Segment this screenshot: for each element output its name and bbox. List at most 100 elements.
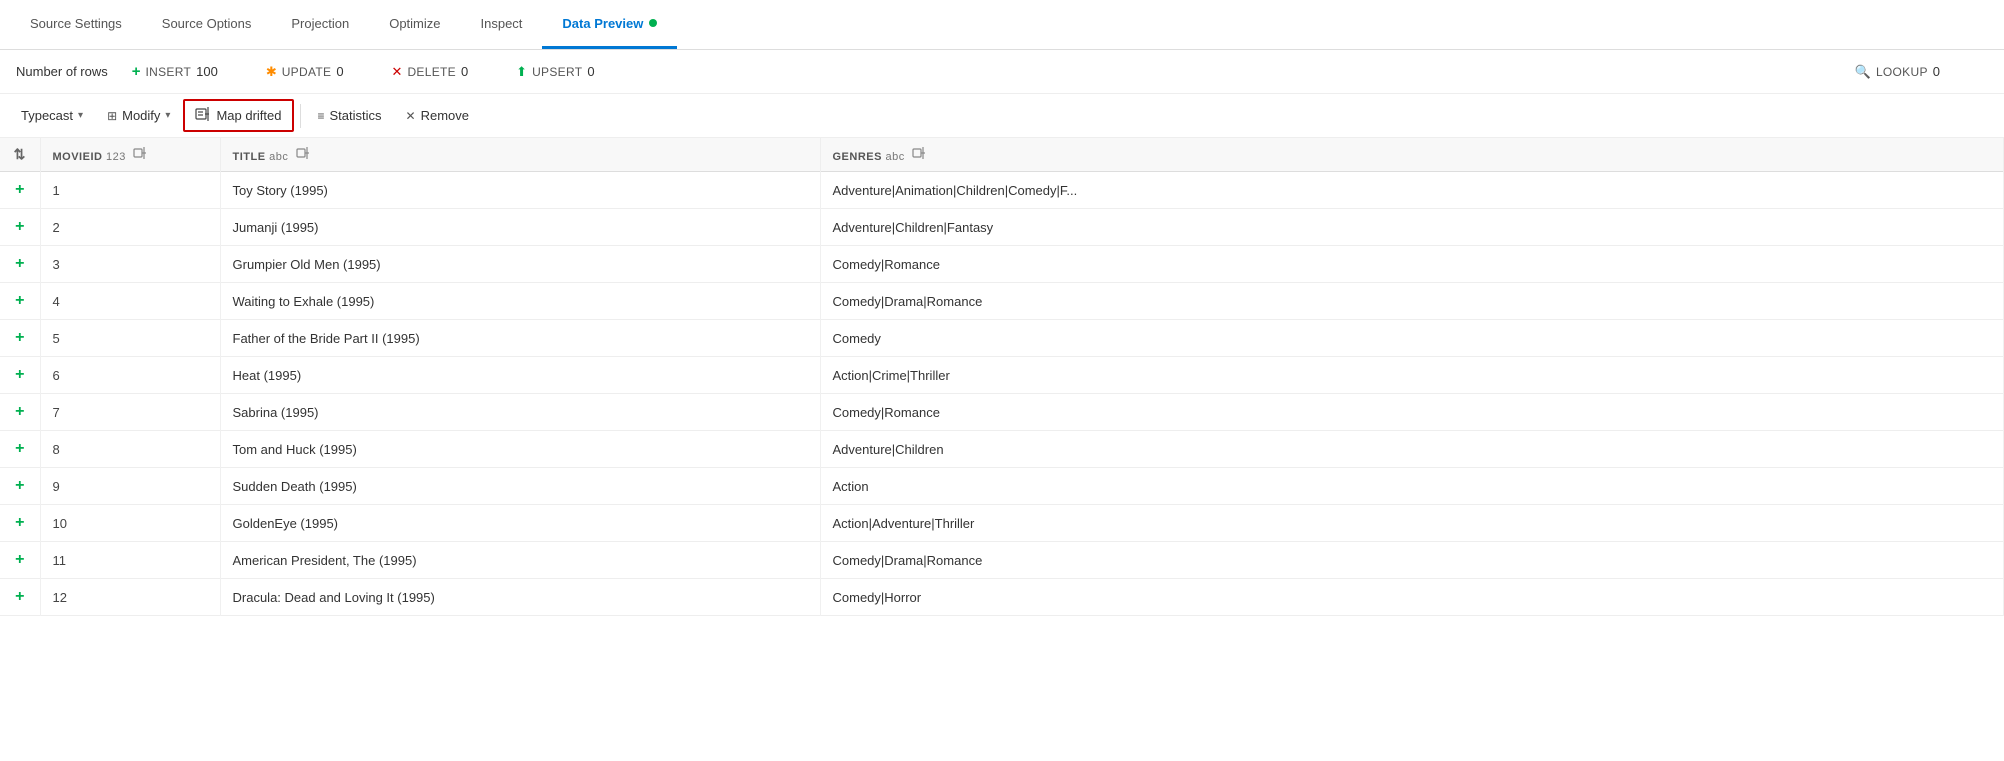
update-icon: ✱ <box>266 64 277 80</box>
cell-movieid: 5 <box>40 320 220 357</box>
tab-projection[interactable]: Projection <box>271 0 369 49</box>
cell-genres: Action|Crime|Thriller <box>820 357 2004 394</box>
update-stat: ✱ UPDATE 0 <box>266 64 344 80</box>
upsert-stat: ⬆ UPSERT 0 <box>516 64 594 80</box>
col-title-edit-icon[interactable] <box>296 146 310 163</box>
insert-icon: + <box>132 63 141 80</box>
modify-chevron-icon: ▾ <box>165 110 170 121</box>
cell-movieid: 9 <box>40 468 220 505</box>
col-title-type: abc <box>269 151 288 163</box>
table-header-row: ⇅ MOVIEID 123 TITLE abc <box>0 138 2004 172</box>
table-row: +4Waiting to Exhale (1995)Comedy|Drama|R… <box>0 283 2004 320</box>
cell-title: Toy Story (1995) <box>220 172 820 209</box>
statistics-icon: ≡ <box>318 109 325 123</box>
tab-source-options[interactable]: Source Options <box>142 0 272 49</box>
tab-optimize[interactable]: Optimize <box>369 0 460 49</box>
table-row: +12Dracula: Dead and Loving It (1995)Com… <box>0 579 2004 616</box>
map-drifted-icon <box>195 106 211 125</box>
col-genres-icons <box>912 146 926 163</box>
insert-stat: + INSERT 100 <box>132 63 218 80</box>
cell-genres: Adventure|Children|Fantasy <box>820 209 2004 246</box>
cell-title: Sabrina (1995) <box>220 394 820 431</box>
toolbar-separator <box>300 104 301 128</box>
col-genres-label: GENRES <box>833 151 882 163</box>
active-dot <box>649 19 657 27</box>
cell-movieid: 6 <box>40 357 220 394</box>
data-table: ⇅ MOVIEID 123 TITLE abc <box>0 138 2004 616</box>
col-movieid-edit-icon[interactable] <box>133 146 147 163</box>
cell-genres: Adventure|Children <box>820 431 2004 468</box>
typecast-chevron-icon: ▾ <box>78 110 83 121</box>
cell-movieid: 12 <box>40 579 220 616</box>
cell-genres: Comedy|Drama|Romance <box>820 542 2004 579</box>
row-add-icon[interactable]: + <box>0 320 40 357</box>
remove-icon: ✕ <box>406 109 416 123</box>
table-row: +6Heat (1995)Action|Crime|Thriller <box>0 357 2004 394</box>
col-header-title: TITLE abc <box>220 138 820 172</box>
cell-genres: Action|Adventure|Thriller <box>820 505 2004 542</box>
modify-button[interactable]: ⊞ Modify ▾ <box>96 102 181 129</box>
lookup-stat: 🔍 LOOKUP 0 <box>1855 64 1940 80</box>
cell-title: GoldenEye (1995) <box>220 505 820 542</box>
cell-genres: Comedy|Horror <box>820 579 2004 616</box>
cell-genres: Comedy <box>820 320 2004 357</box>
col-header-action: ⇅ <box>0 138 40 172</box>
col-genres-type: abc <box>886 151 905 163</box>
cell-title: American President, The (1995) <box>220 542 820 579</box>
tab-data-preview[interactable]: Data Preview <box>542 0 677 49</box>
upsert-icon: ⬆ <box>516 64 527 80</box>
row-add-icon[interactable]: + <box>0 468 40 505</box>
cell-title: Dracula: Dead and Loving It (1995) <box>220 579 820 616</box>
remove-button[interactable]: ✕ Remove <box>395 102 480 129</box>
tab-inspect[interactable]: Inspect <box>461 0 543 49</box>
cell-movieid: 10 <box>40 505 220 542</box>
row-add-icon[interactable]: + <box>0 172 40 209</box>
tab-source-settings[interactable]: Source Settings <box>10 0 142 49</box>
row-add-icon[interactable]: + <box>0 542 40 579</box>
map-drifted-button[interactable]: Map drifted <box>183 99 293 132</box>
delete-icon: ✕ <box>392 64 403 80</box>
table-row: +8Tom and Huck (1995)Adventure|Children <box>0 431 2004 468</box>
cell-title: Grumpier Old Men (1995) <box>220 246 820 283</box>
col-movieid-type: 123 <box>106 151 126 163</box>
lookup-icon: 🔍 <box>1855 64 1871 80</box>
row-add-icon[interactable]: + <box>0 357 40 394</box>
cell-movieid: 2 <box>40 209 220 246</box>
statistics-button[interactable]: ≡ Statistics <box>307 102 393 129</box>
sort-icon[interactable]: ⇅ <box>14 146 26 162</box>
cell-genres: Adventure|Animation|Children|Comedy|F... <box>820 172 2004 209</box>
table-row: +5Father of the Bride Part II (1995)Come… <box>0 320 2004 357</box>
row-add-icon[interactable]: + <box>0 431 40 468</box>
cell-title: Heat (1995) <box>220 357 820 394</box>
table-row: +9Sudden Death (1995)Action <box>0 468 2004 505</box>
cell-title: Tom and Huck (1995) <box>220 431 820 468</box>
row-count-label: Number of rows <box>16 64 108 79</box>
toolbar: Typecast ▾ ⊞ Modify ▾ Map drifted ≡ Stat… <box>0 94 2004 138</box>
row-add-icon[interactable]: + <box>0 579 40 616</box>
cell-title: Father of the Bride Part II (1995) <box>220 320 820 357</box>
col-genres-edit-icon[interactable] <box>912 146 926 163</box>
cell-genres: Comedy|Drama|Romance <box>820 283 2004 320</box>
table-row: +1Toy Story (1995)Adventure|Animation|Ch… <box>0 172 2004 209</box>
col-movieid-icons <box>133 146 147 163</box>
row-add-icon[interactable]: + <box>0 283 40 320</box>
table-row: +3Grumpier Old Men (1995)Comedy|Romance <box>0 246 2004 283</box>
table-row: +2Jumanji (1995)Adventure|Children|Fanta… <box>0 209 2004 246</box>
cell-movieid: 3 <box>40 246 220 283</box>
row-add-icon[interactable]: + <box>0 246 40 283</box>
cell-movieid: 8 <box>40 431 220 468</box>
cell-title: Jumanji (1995) <box>220 209 820 246</box>
row-add-icon[interactable]: + <box>0 394 40 431</box>
table-row: +7Sabrina (1995)Comedy|Romance <box>0 394 2004 431</box>
stats-bar: Number of rows + INSERT 100 ✱ UPDATE 0 ✕… <box>0 50 2004 94</box>
typecast-button[interactable]: Typecast ▾ <box>10 102 94 129</box>
cell-title: Waiting to Exhale (1995) <box>220 283 820 320</box>
cell-movieid: 7 <box>40 394 220 431</box>
col-movieid-label: MOVIEID <box>53 151 103 163</box>
col-title-label: TITLE <box>233 151 266 163</box>
cell-movieid: 11 <box>40 542 220 579</box>
row-add-icon[interactable]: + <box>0 505 40 542</box>
col-header-movieid: MOVIEID 123 <box>40 138 220 172</box>
cell-genres: Comedy|Romance <box>820 394 2004 431</box>
row-add-icon[interactable]: + <box>0 209 40 246</box>
